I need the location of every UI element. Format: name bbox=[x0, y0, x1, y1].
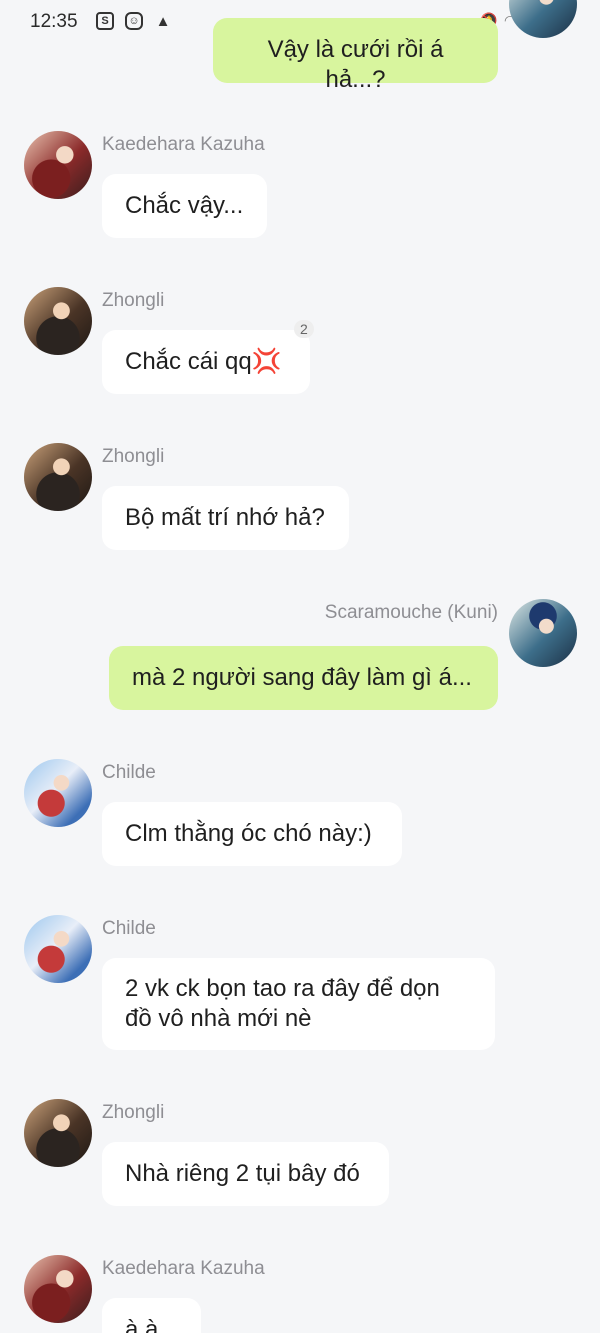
avatar-childe[interactable] bbox=[24, 915, 92, 983]
message-bubble[interactable]: Clm thằng óc chó này:) bbox=[102, 802, 402, 866]
messenger-icon: ☺ bbox=[125, 12, 143, 30]
sender-name: Childe bbox=[102, 918, 156, 939]
sender-name: Kaedehara Kazuha bbox=[102, 1258, 265, 1279]
avatar-kazuha[interactable] bbox=[24, 1255, 92, 1323]
avatar-zhongli[interactable] bbox=[24, 443, 92, 511]
message-bubble[interactable]: Bộ mất trí nhớ hả? bbox=[102, 486, 349, 550]
sender-name: Zhongli bbox=[102, 446, 165, 467]
message-bubble[interactable]: Vậy là cưới rồi á hả...? bbox=[213, 18, 498, 93]
sender-name: Zhongli bbox=[102, 1102, 165, 1123]
reaction-count-badge[interactable]: 2 bbox=[294, 320, 314, 338]
avatar-kazuha[interactable] bbox=[24, 131, 92, 199]
avatar-scaramouche[interactable] bbox=[509, 599, 577, 667]
sender-name: Kaedehara Kazuha bbox=[102, 134, 265, 155]
message-bubble[interactable]: Chắc cái qq💢 bbox=[102, 330, 310, 394]
warning-icon: ▲ bbox=[155, 12, 171, 30]
avatar-childe[interactable] bbox=[24, 759, 92, 827]
status-time: 12:35 bbox=[30, 11, 78, 32]
screenshot-icon: S bbox=[96, 12, 114, 30]
avatar-zhongli[interactable] bbox=[24, 287, 92, 355]
sender-name: Childe bbox=[102, 762, 156, 783]
sender-name: Scaramouche (Kuni) bbox=[324, 602, 498, 623]
message-bubble[interactable]: 2 vk ck bọn tao ra đây để dọn đồ vô nhà … bbox=[102, 958, 495, 1050]
message-bubble[interactable]: à à bbox=[102, 1298, 201, 1333]
message-bubble[interactable]: Nhà riêng 2 tụi bây đó bbox=[102, 1142, 389, 1206]
message-bubble[interactable]: mà 2 người sang đây làm gì á... bbox=[109, 646, 498, 710]
avatar-zhongli[interactable] bbox=[24, 1099, 92, 1167]
message-bubble[interactable]: Chắc vậy... bbox=[102, 174, 267, 238]
sender-name: Zhongli bbox=[102, 290, 165, 311]
